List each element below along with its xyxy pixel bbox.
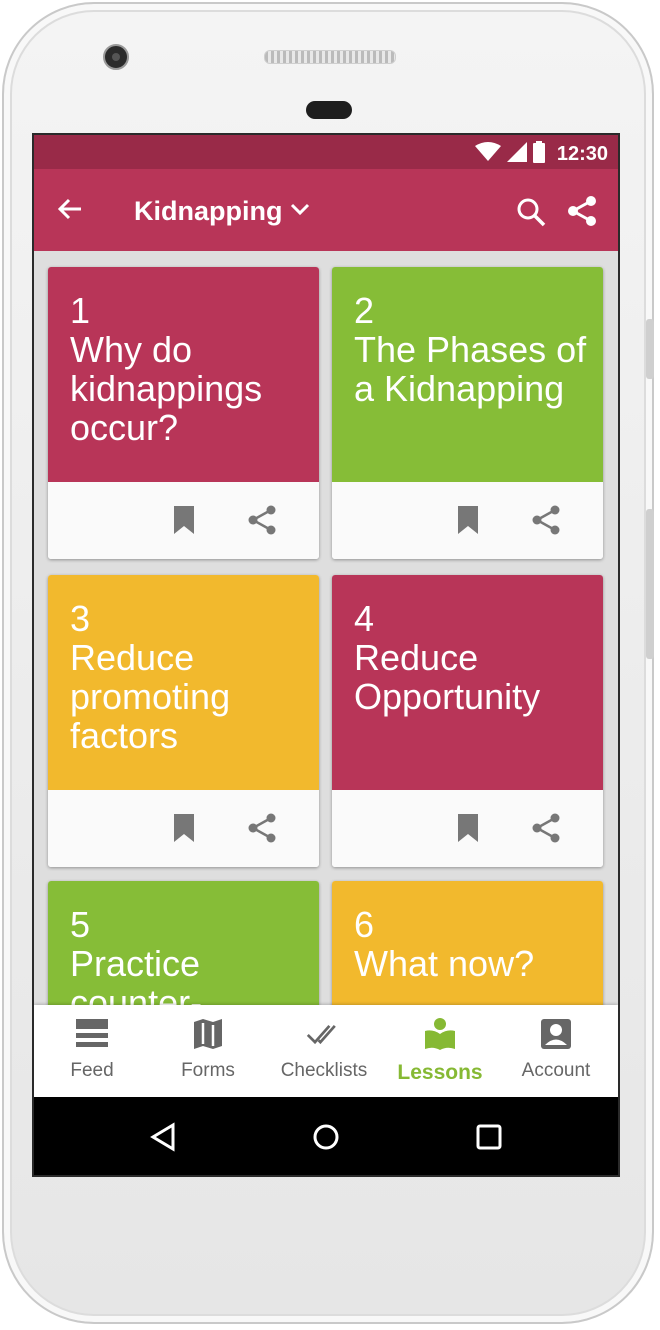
- bookmark-icon: [458, 814, 478, 842]
- bookmark-button[interactable]: [452, 502, 484, 538]
- nav-feed[interactable]: Feed: [34, 1005, 150, 1097]
- triangle-back-icon: [150, 1122, 175, 1152]
- lesson-card-header[interactable]: 2 The Phases of a Kidnapping: [332, 267, 603, 482]
- lesson-title: What now?: [354, 943, 535, 984]
- nav-label: Checklists: [280, 1060, 368, 1081]
- back-button[interactable]: [54, 193, 86, 225]
- account-icon: [538, 1017, 574, 1051]
- lesson-card-actions: [48, 482, 319, 559]
- earpiece-speaker: [264, 50, 396, 64]
- lesson-card-header[interactable]: 4 Reduce Opportunity: [332, 575, 603, 790]
- nav-checklists[interactable]: Checklists: [266, 1005, 382, 1097]
- circle-home-icon: [313, 1124, 339, 1150]
- bookmark-button[interactable]: [168, 810, 200, 846]
- map-icon: [190, 1017, 226, 1051]
- chevron-down-icon: [290, 202, 310, 221]
- front-camera: [103, 44, 129, 70]
- lesson-share-button[interactable]: [528, 502, 564, 538]
- lesson-title: Practice counter-: [70, 943, 203, 1005]
- search-icon: [517, 198, 546, 227]
- lesson-number: 6: [354, 904, 375, 945]
- nav-label: Feed: [70, 1060, 114, 1081]
- proximity-sensor: [306, 101, 352, 119]
- lesson-number: 2: [354, 290, 375, 331]
- lesson-card-6[interactable]: 6 What now?: [332, 881, 603, 1005]
- lesson-card-text: 1 Why do kidnappings occur?: [70, 291, 310, 447]
- nav-label: Account: [521, 1060, 591, 1081]
- lessons-grid: 1 Why do kidnappings occur? 2 The Phases…: [34, 251, 618, 1005]
- system-home-button[interactable]: [306, 1117, 346, 1157]
- lesson-card-actions: [332, 790, 603, 867]
- signal-icon: [506, 142, 527, 167]
- system-back-button[interactable]: [144, 1117, 184, 1157]
- nav-lessons[interactable]: Lessons: [382, 1005, 498, 1097]
- lesson-card-3[interactable]: 3 Reduce promoting factors: [48, 575, 319, 867]
- share-icon: [532, 813, 560, 843]
- lesson-card-2[interactable]: 2 The Phases of a Kidnapping: [332, 267, 603, 559]
- arrow-left-icon: [57, 198, 81, 220]
- lesson-title: Why do kidnappings occur?: [70, 329, 263, 448]
- volume-button: [646, 319, 654, 379]
- system-recents-button[interactable]: [469, 1117, 509, 1157]
- lesson-card-text: 3 Reduce promoting factors: [70, 599, 310, 755]
- status-bar: 12:30: [34, 135, 618, 169]
- book-icon: [422, 1017, 458, 1051]
- lesson-card-header[interactable]: 1 Why do kidnappings occur?: [48, 267, 319, 482]
- lesson-card-text: 6 What now?: [354, 905, 594, 983]
- search-button[interactable]: [514, 195, 548, 229]
- double-check-icon: [306, 1017, 342, 1051]
- share-button[interactable]: [564, 193, 600, 229]
- lesson-card-actions: [48, 790, 319, 867]
- share-icon: [248, 813, 276, 843]
- nav-forms[interactable]: Forms: [150, 1005, 266, 1097]
- lesson-title: Reduce promoting factors: [70, 637, 231, 756]
- lesson-card-actions: [332, 482, 603, 559]
- lesson-card-1[interactable]: 1 Why do kidnappings occur?: [48, 267, 319, 559]
- lesson-card-text: 5 Practice counter-: [70, 905, 310, 1005]
- lesson-number: 3: [70, 598, 91, 639]
- clock: 12:30: [556, 143, 608, 165]
- lesson-card-text: 4 Reduce Opportunity: [354, 599, 594, 716]
- square-recents-icon: [476, 1124, 502, 1150]
- topic-selector[interactable]: Kidnapping: [134, 193, 310, 229]
- lesson-share-button[interactable]: [244, 502, 280, 538]
- bookmark-button[interactable]: [168, 502, 200, 538]
- feed-icon: [74, 1017, 110, 1051]
- lesson-card-4[interactable]: 4 Reduce Opportunity: [332, 575, 603, 867]
- nav-label: Forms: [181, 1060, 235, 1081]
- wifi-icon: [474, 142, 501, 167]
- app-bar: Kidnapping: [34, 169, 618, 251]
- lesson-card-header[interactable]: 6 What now?: [332, 881, 603, 1005]
- lesson-number: 5: [70, 904, 91, 945]
- nav-account[interactable]: Account: [498, 1005, 614, 1097]
- battery-icon: [532, 141, 545, 168]
- screen: 12:30 Kidnapping 1 Why do kidnappings oc…: [32, 133, 620, 1177]
- lesson-card-text: 2 The Phases of a Kidnapping: [354, 291, 594, 408]
- lesson-card-header[interactable]: 3 Reduce promoting factors: [48, 575, 319, 790]
- system-navigation-bar: [34, 1097, 618, 1175]
- lesson-share-button[interactable]: [528, 810, 564, 846]
- lesson-share-button[interactable]: [244, 810, 280, 846]
- bottom-navigation: Feed Forms Checklists Lessons Account: [34, 1005, 618, 1097]
- lesson-number: 1: [70, 290, 91, 331]
- page-title: Kidnapping: [134, 195, 283, 226]
- bookmark-icon: [174, 506, 194, 534]
- share-icon: [532, 505, 560, 535]
- lesson-title: The Phases of a Kidnapping: [354, 329, 587, 409]
- nav-label: Lessons: [397, 1061, 483, 1084]
- lesson-card-5[interactable]: 5 Practice counter-: [48, 881, 319, 1005]
- lesson-title: Reduce Opportunity: [354, 637, 541, 717]
- bookmark-icon: [458, 506, 478, 534]
- lesson-number: 4: [354, 598, 375, 639]
- bookmark-icon: [174, 814, 194, 842]
- share-icon: [568, 196, 596, 226]
- share-icon: [248, 505, 276, 535]
- bookmark-button[interactable]: [452, 810, 484, 846]
- lesson-card-header[interactable]: 5 Practice counter-: [48, 881, 319, 1005]
- power-button: [646, 509, 654, 659]
- status-icons: 12:30: [474, 141, 608, 168]
